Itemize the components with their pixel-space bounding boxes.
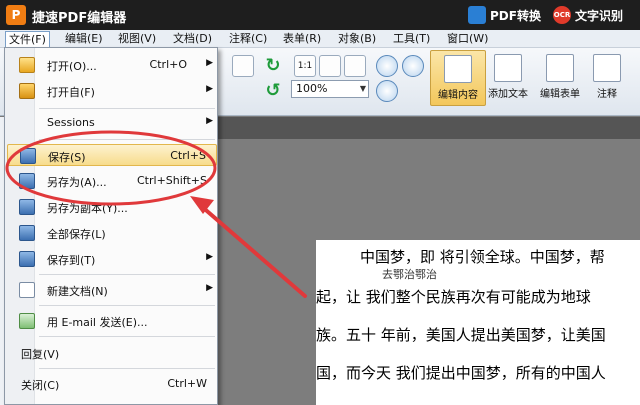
zoom-select[interactable]: 100% ▼ — [291, 80, 369, 98]
page-text-line: 中国梦，即 将引领全球。中国梦，帮 — [360, 248, 605, 266]
menu-item-email[interactable]: 用 E-mail 发送(E)... — [7, 310, 217, 332]
page-text-line: 族。五十 年前，美国人提出美国梦，让美国 — [316, 326, 606, 344]
menu-item-shortcut: Ctrl+W — [167, 377, 207, 390]
add-text-icon — [494, 54, 522, 82]
submenu-arrow-icon: ▶ — [206, 283, 213, 293]
email-icon — [19, 313, 35, 329]
chevron-down-icon: ▼ — [359, 84, 366, 93]
fit-page-icon[interactable] — [319, 55, 341, 77]
menu-item-label: 用 E-mail 发送(E)... — [47, 316, 148, 329]
edit-content-label: 编辑内容 — [438, 90, 478, 101]
page-text-line: 国，而今天 我们提出中国梦，所有的中国人 — [316, 364, 606, 382]
submenu-arrow-icon: ▶ — [206, 58, 213, 68]
submenu-arrow-icon: ▶ — [206, 116, 213, 126]
new-document-icon — [19, 282, 35, 298]
add-text-label: 添加文本 — [488, 89, 528, 100]
fit-width-icon[interactable] — [344, 55, 366, 77]
menu-item-label: 另存为副本(Y)... — [47, 202, 128, 215]
menu-document[interactable]: 文档(D) — [170, 31, 215, 47]
document-tab-strip — [218, 117, 640, 139]
menu-item-label: 另存为(A)... — [47, 176, 107, 189]
menu-item-label: 新建文档(N) — [47, 285, 108, 298]
menu-file[interactable]: 文件(F) — [5, 31, 50, 47]
ocr-label: 文字识别 — [575, 8, 624, 23]
pdf-convert-button[interactable]: PDF转换 — [468, 5, 541, 25]
save-to-icon — [19, 251, 35, 267]
zoom-value: 100% — [296, 82, 328, 95]
save-as-icon — [19, 173, 35, 189]
edit-form-icon — [546, 54, 574, 82]
menu-item-label: 关闭(C) — [21, 379, 60, 392]
menu-object[interactable]: 对象(B) — [335, 31, 379, 47]
menu-view[interactable]: 视图(V) — [115, 31, 159, 47]
menu-item-open[interactable]: 打开(O)... Ctrl+O ▶ — [7, 54, 217, 76]
menu-item-shortcut: Ctrl+S — [170, 149, 206, 162]
folder-open-icon — [19, 57, 35, 73]
menu-item-label: 回复(V) — [21, 348, 60, 361]
menu-window[interactable]: 窗口(W) — [444, 31, 491, 47]
menu-item-label: 打开自(F) — [47, 86, 95, 99]
submenu-arrow-icon: ▶ — [206, 252, 213, 262]
edit-content-icon — [444, 55, 472, 83]
app-title: 捷速PDF编辑器 — [32, 11, 127, 26]
add-text-button[interactable]: 添加文本 — [480, 50, 536, 106]
menu-separator — [39, 336, 215, 337]
menu-item-revert[interactable]: 回复(V) — [7, 342, 217, 364]
menu-item-save-as[interactable]: 另存为(A)... Ctrl+Shift+S — [7, 170, 217, 192]
rotate-ccw-icon[interactable]: ↺ — [262, 80, 284, 102]
menu-bar: 文件(F) 编辑(E) 视图(V) 文档(D) 注释(C) 表单(R) 对象(B… — [0, 30, 640, 48]
select-tool-icon[interactable] — [232, 55, 254, 77]
zoom-out-icon[interactable] — [402, 55, 424, 77]
annotate-label: 注释 — [597, 89, 617, 100]
app-logo: P — [6, 5, 26, 25]
menu-item-new-document[interactable]: 新建文档(N) ▶ — [7, 279, 217, 301]
folder-icon — [19, 83, 35, 99]
actual-size-button[interactable]: 1:1 — [294, 55, 316, 77]
page-annotation-text: 去鄂治鄂治 — [382, 268, 437, 281]
menu-item-label: 全部保存(L) — [47, 228, 106, 241]
menu-item-label: 保存到(T) — [47, 254, 96, 267]
edit-form-label: 编辑表单 — [540, 89, 580, 100]
menu-item-sessions[interactable]: Sessions ▶ — [7, 112, 217, 134]
menu-item-save[interactable]: 保存(S) Ctrl+S — [7, 144, 217, 166]
menu-separator — [39, 108, 215, 109]
menu-tools[interactable]: 工具(T) — [390, 31, 433, 47]
save-icon — [20, 148, 36, 164]
menu-item-save-all[interactable]: 全部保存(L) — [7, 222, 217, 244]
menu-item-label: 保存(S) — [48, 151, 86, 164]
menu-comment[interactable]: 注释(C) — [226, 31, 270, 47]
rotate-cw-icon[interactable]: ↻ — [262, 55, 284, 77]
menu-separator — [39, 368, 215, 369]
annotate-button[interactable]: 注释 — [582, 50, 632, 106]
ocr-button[interactable]: OCR 文字识别 — [553, 5, 623, 25]
menu-form[interactable]: 表单(R) — [280, 31, 324, 47]
menu-item-save-to[interactable]: 保存到(T) ▶ — [7, 248, 217, 270]
submenu-arrow-icon: ▶ — [206, 84, 213, 94]
title-bar: P 捷速PDF编辑器 PDF转换 OCR 文字识别 — [0, 0, 640, 30]
menu-item-open-from[interactable]: 打开自(F) ▶ — [7, 80, 217, 102]
document-page[interactable]: 中国梦，即 将引领全球。中国梦，帮 去鄂治鄂治 起，让 我们整个民族再次有可能成… — [316, 240, 640, 405]
ocr-icon: OCR — [553, 6, 571, 24]
zoom-tool-icon[interactable] — [376, 80, 398, 102]
edit-content-button[interactable]: 编辑内容 — [430, 50, 486, 106]
annotate-icon — [593, 54, 621, 82]
save-copy-icon — [19, 199, 35, 215]
save-all-icon — [19, 225, 35, 241]
edit-form-button[interactable]: 编辑表单 — [532, 50, 588, 106]
page-text-line: 起，让 我们整个民族再次有可能成为地球 — [316, 288, 591, 306]
menu-separator — [39, 139, 215, 140]
pdf-convert-icon — [468, 6, 486, 24]
menu-edit[interactable]: 编辑(E) — [62, 31, 106, 47]
menu-item-label: Sessions — [47, 116, 95, 129]
zoom-in-icon[interactable] — [376, 55, 398, 77]
menu-item-close[interactable]: 关闭(C) Ctrl+W — [7, 373, 217, 395]
menu-item-label: 打开(O)... — [47, 60, 97, 73]
menu-item-shortcut: Ctrl+Shift+S — [137, 174, 207, 187]
file-menu-dropdown: 打开(O)... Ctrl+O ▶ 打开自(F) ▶ Sessions ▶ 保存… — [4, 47, 218, 405]
menu-item-shortcut: Ctrl+O — [149, 58, 187, 71]
pdf-convert-label: PDF转换 — [490, 8, 541, 23]
menu-separator — [39, 305, 215, 306]
menu-item-save-copy[interactable]: 另存为副本(Y)... — [7, 196, 217, 218]
menu-separator — [39, 274, 215, 275]
